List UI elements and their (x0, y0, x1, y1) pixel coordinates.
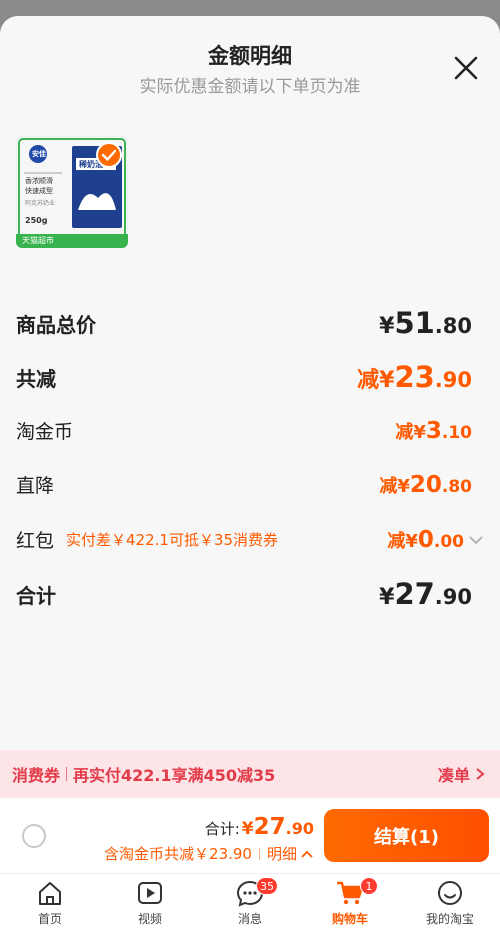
chevron-down-icon[interactable] (468, 534, 484, 546)
direct-label: 直降 (16, 475, 55, 497)
tab-home-label: 首页 (37, 912, 62, 926)
cart-badge: 1 (360, 877, 378, 895)
store-badge: 天猫超市 (22, 236, 54, 245)
coin-value: 减¥3.10 (395, 417, 472, 444)
product-line-1: 香浓顺滑 (25, 177, 53, 185)
tab-profile-label: 我的淘宝 (425, 912, 474, 926)
row-total: 合计 ¥27.90 (16, 577, 472, 611)
home-icon (39, 882, 61, 905)
select-all-radio[interactable] (22, 824, 46, 848)
tab-cart[interactable]: 购物车 1 (300, 874, 400, 932)
footer-sum: 合计: ¥27.90 (205, 814, 314, 840)
tab-profile[interactable]: 我的淘宝 (400, 874, 500, 932)
detail-toggle-label: 明细 (266, 845, 297, 863)
product-small-text: 阿克苏奶业 (25, 200, 56, 207)
row-direct: 直降 减¥20.80 (16, 471, 472, 498)
promo-divider (66, 767, 68, 781)
total-value: ¥27.90 (379, 577, 472, 611)
chevron-up-icon (301, 850, 313, 858)
footer-sub[interactable]: 含淘金币共减￥23.90 明细 (104, 843, 314, 864)
checkout-button[interactable]: 结算(1) (324, 809, 489, 862)
goods-total-label: 商品总价 (16, 312, 96, 337)
sheet-subtitle: 实际优惠金额请以下单页为准 (139, 77, 361, 97)
total-label: 合计 (16, 583, 56, 608)
red-packet-label: 红包 (16, 530, 55, 552)
total-reduce-value: 减¥23.90 (357, 360, 472, 394)
red-packet-hint: 实付差￥422.1可抵￥35消费券 (66, 531, 279, 549)
promo-tag: 消费券 (12, 766, 61, 785)
product-line-2: 快速成型 (25, 187, 53, 195)
profile-icon (438, 881, 462, 905)
goods-total-value: ¥51.80 (379, 306, 472, 340)
row-coin: 淘金币 减¥3.10 (16, 417, 472, 444)
promo-text: 再实付422.1享满450减35 (73, 766, 276, 785)
tab-messages-label: 消息 (237, 912, 262, 926)
chevron-right-icon (476, 768, 485, 780)
product-weight: 250g (25, 216, 48, 225)
coupon-promo-bar[interactable]: 消费券 再实付422.1享满450减35 凑单 (0, 750, 500, 798)
footer-discount-text: 含淘金币共减￥23.90 (104, 845, 252, 863)
tab-home[interactable]: 首页 (0, 874, 100, 932)
tab-video-label: 视频 (137, 912, 162, 926)
video-icon (138, 882, 162, 904)
product-brand-text: 安佳 (32, 150, 46, 158)
row-red-packet[interactable]: 红包 实付差￥422.1可抵￥35消费券 减¥0.00 (16, 526, 484, 553)
row-goods-total: 商品总价 ¥51.80 (16, 306, 472, 340)
footer-sum-value: ¥27.90 (241, 814, 314, 840)
direct-value: 减¥20.80 (379, 471, 472, 498)
selected-check-icon (96, 142, 122, 168)
footer-divider (258, 847, 260, 860)
messages-badge: 35 (256, 877, 278, 895)
close-icon[interactable] (452, 54, 480, 82)
product-thumbnail[interactable]: 安佳 稀奶油 香浓顺滑 快速成型 阿克苏奶业 250g 天猫超市 (16, 136, 128, 248)
coin-label: 淘金币 (16, 421, 74, 443)
add-items-link[interactable]: 凑单 (438, 762, 486, 786)
footer-sum-label: 合计: (204, 820, 240, 838)
row-total-reduce: 共减 减¥23.90 (16, 360, 472, 394)
tab-video[interactable]: 视频 (100, 874, 200, 932)
red-packet-value: 减¥0.00 (387, 526, 464, 553)
tab-messages[interactable]: 消息 35 (200, 874, 300, 932)
sheet-title: 金额明细 (208, 44, 292, 68)
total-reduce-label: 共减 (16, 366, 56, 391)
add-items-label: 凑单 (437, 766, 470, 785)
bottom-tab-bar: 首页 视频 消息 35 购物车 1 我的淘宝 (0, 873, 500, 932)
tab-cart-label: 购物车 (331, 912, 368, 926)
